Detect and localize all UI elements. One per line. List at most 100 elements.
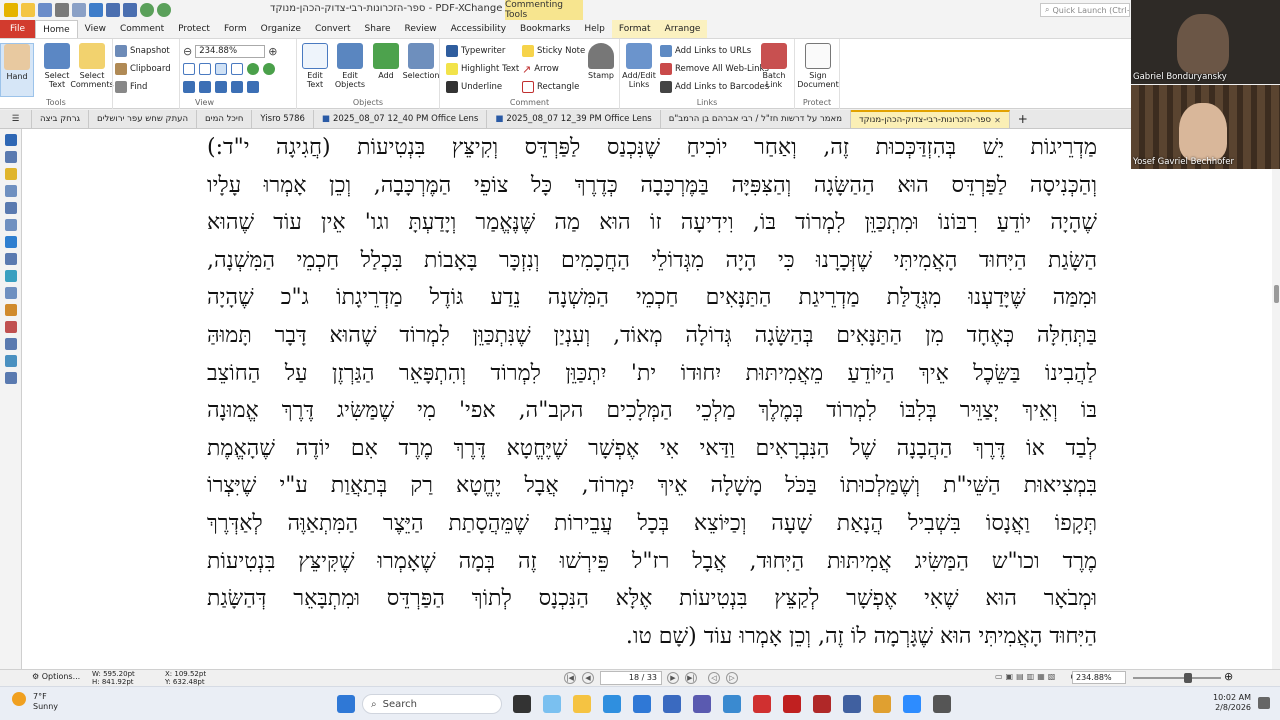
fit-width-icon[interactable]: [215, 63, 227, 75]
order-panel-icon[interactable]: [4, 372, 17, 384]
forward-icon[interactable]: [157, 3, 171, 17]
save-icon[interactable]: [38, 3, 52, 17]
previous-view-icon[interactable]: [199, 81, 211, 93]
first-page-button[interactable]: |◀: [564, 672, 576, 684]
thumbnails-panel-icon[interactable]: [4, 151, 17, 163]
task-view-icon[interactable]: [513, 695, 531, 713]
menu-share[interactable]: Share: [358, 20, 398, 38]
video-tile-participant[interactable]: Yosef Gavriel Bechhofer: [1131, 85, 1280, 169]
bookmarks-panel-icon[interactable]: [4, 134, 17, 146]
zoom-dropdown[interactable]: 234.88%: [195, 44, 266, 58]
pdf-xchange-icon[interactable]: [783, 695, 801, 713]
weather-widget[interactable]: 7°F Sunny: [33, 692, 58, 712]
remove-web-links-button[interactable]: Remove All Web-Links: [660, 61, 769, 77]
windows-start-icon[interactable]: [337, 695, 355, 713]
typewriter-button[interactable]: Typewriter: [446, 43, 505, 59]
properties-panel-icon[interactable]: [4, 338, 17, 350]
document-tab-active[interactable]: ספר-הזכרונות-רבי-צדוק-הכהן-מנוקד ✕: [850, 110, 1010, 128]
close-tab-icon[interactable]: ✕: [994, 116, 1001, 125]
batch-link-button[interactable]: Batch Link: [755, 43, 793, 89]
history-back-button[interactable]: ◁: [708, 672, 720, 684]
document-view[interactable]: מַדְרֵיגוֹת יֵשׁ בְּהִזְדַּכְּכוּת זֶה, …: [22, 129, 1272, 669]
add-links-barcodes-button[interactable]: Add Links to Barcodes: [660, 79, 769, 95]
menu-arrange[interactable]: Arrange: [657, 20, 708, 38]
teams-icon[interactable]: [693, 695, 711, 713]
edge-icon[interactable]: [603, 695, 621, 713]
menu-view[interactable]: View: [78, 20, 113, 38]
links-panel-icon[interactable]: [4, 304, 17, 316]
cloud-icon[interactable]: [89, 3, 103, 17]
options-button[interactable]: ⚙ Options...: [32, 672, 80, 681]
find-button[interactable]: Find: [115, 79, 147, 95]
articles-panel-icon[interactable]: [4, 236, 17, 248]
scrollbar-thumb[interactable]: [1274, 285, 1279, 303]
tags-panel-icon[interactable]: [4, 321, 17, 333]
hand-button[interactable]: Hand: [0, 43, 34, 97]
sticky-note-button[interactable]: Sticky Note: [522, 43, 585, 59]
content-panel-icon[interactable]: [4, 219, 17, 231]
rectangle-button[interactable]: Rectangle: [522, 79, 579, 95]
menu-comment[interactable]: Comment: [113, 20, 171, 38]
acrobat-icon[interactable]: [813, 695, 831, 713]
menu-form[interactable]: Form: [217, 20, 254, 38]
bookmark-icon[interactable]: [183, 81, 195, 93]
word-icon[interactable]: [663, 695, 681, 713]
first-page-icon[interactable]: [231, 81, 243, 93]
document-tab[interactable]: מאמר על דרשות חז"ל / רבי אברהם בן הרמב"ם: [661, 110, 851, 128]
clipboard-button[interactable]: Clipboard: [115, 61, 171, 77]
copilot-icon[interactable]: [543, 695, 561, 713]
add-links-urls-button[interactable]: Add Links to URLs: [660, 43, 751, 59]
menu-convert[interactable]: Convert: [308, 20, 358, 38]
last-page-icon[interactable]: [247, 81, 259, 93]
file-explorer-icon[interactable]: [573, 695, 591, 713]
taskbar-search[interactable]: ⌕ Search: [362, 694, 502, 714]
menu-file[interactable]: File: [0, 20, 36, 38]
status-zoom-field[interactable]: 234.88%: [1072, 671, 1126, 684]
zoom-control[interactable]: ⊖ 234.88% ⊕: [183, 43, 277, 59]
add-button[interactable]: Add: [369, 43, 403, 80]
status-zoom-in-icon[interactable]: ⊕: [1224, 670, 1233, 683]
zoom-slider-thumb[interactable]: [1184, 673, 1192, 683]
menu-accessibility[interactable]: Accessibility: [444, 20, 513, 38]
tab-list-menu[interactable]: ☰: [0, 110, 32, 128]
highlight-text-button[interactable]: Highlight Text: [446, 61, 519, 77]
comments-panel-icon[interactable]: [4, 168, 17, 180]
accessibility-panel-icon[interactable]: [4, 355, 17, 367]
app-icon[interactable]: [723, 695, 741, 713]
fit-visible-icon[interactable]: [231, 63, 243, 75]
sign-document-button[interactable]: Sign Document: [797, 43, 839, 89]
fields-panel-icon[interactable]: [4, 287, 17, 299]
document-tab[interactable]: חיכל המים: [197, 110, 253, 128]
document-tab[interactable]: ■ 2025_08_07 12_39 PM Office Lens: [487, 110, 661, 128]
weather-icon[interactable]: [12, 692, 26, 706]
print-icon[interactable]: [55, 3, 69, 17]
actual-size-icon[interactable]: [183, 63, 195, 75]
document-tab[interactable]: ■ 2025_08_07 12_40 PM Office Lens: [314, 110, 488, 128]
notification-icon[interactable]: [1258, 697, 1270, 709]
zoom-out-icon[interactable]: ⊖: [183, 45, 192, 58]
next-page-button[interactable]: ▶: [667, 672, 679, 684]
document-tab[interactable]: Yisro 5786: [252, 110, 314, 128]
chrome-icon[interactable]: [633, 695, 651, 713]
menu-help[interactable]: Help: [577, 20, 612, 38]
attachments-panel-icon[interactable]: [4, 185, 17, 197]
email-icon[interactable]: [72, 3, 86, 17]
destinations-panel-icon[interactable]: [4, 253, 17, 265]
vertical-scrollbar[interactable]: [1272, 129, 1280, 669]
layers-panel-icon[interactable]: [4, 202, 17, 214]
redo-icon[interactable]: [123, 3, 137, 17]
menu-protect[interactable]: Protect: [171, 20, 217, 38]
menu-organize[interactable]: Organize: [254, 20, 308, 38]
edit-text-button[interactable]: Edit Text: [297, 43, 333, 89]
undo-icon[interactable]: [106, 3, 120, 17]
document-tab[interactable]: גרחק ביצה: [32, 110, 89, 128]
menu-review[interactable]: Review: [398, 20, 444, 38]
menu-bookmarks[interactable]: Bookmarks: [513, 20, 577, 38]
app-icon[interactable]: [873, 695, 891, 713]
selection-button[interactable]: Selection: [401, 43, 441, 80]
fit-page-icon[interactable]: [199, 63, 211, 75]
menu-format[interactable]: Format: [611, 20, 658, 38]
menu-home[interactable]: Home: [35, 20, 78, 38]
stamp-button[interactable]: Stamp: [582, 43, 620, 80]
underline-button[interactable]: Underline: [446, 79, 502, 95]
